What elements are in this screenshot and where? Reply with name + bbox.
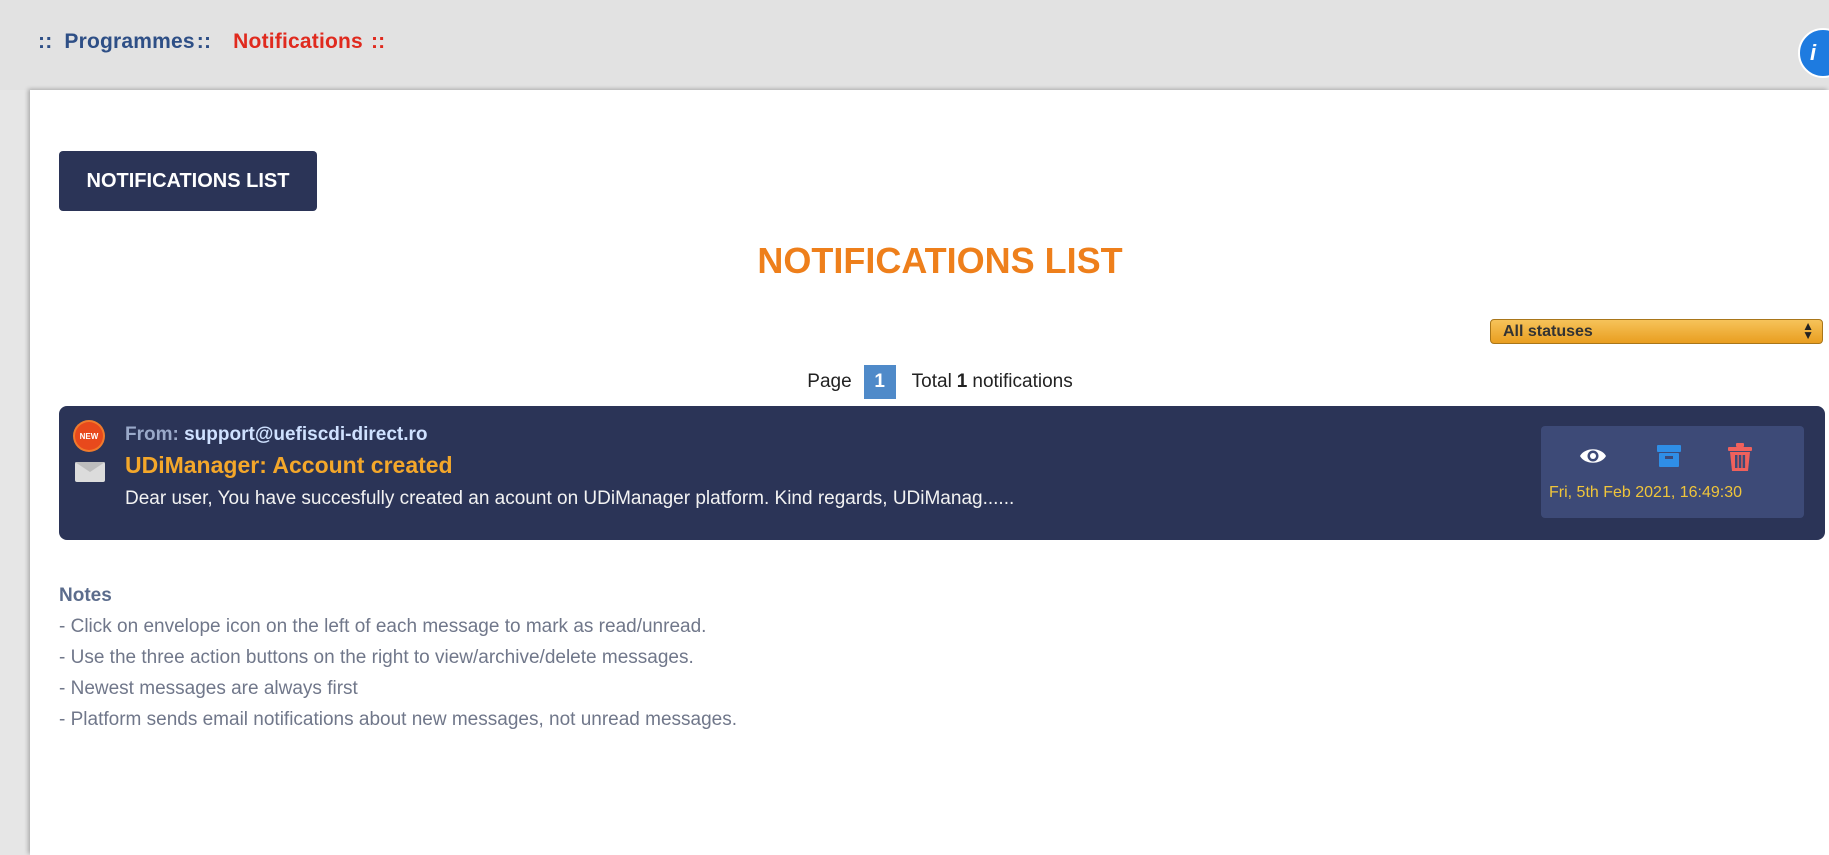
user-avatar[interactable]: i <box>1798 28 1829 78</box>
note-line: - Use the three action buttons on the ri… <box>59 647 694 668</box>
breadcrumb-separator: :: <box>370 30 386 53</box>
from-label: From: <box>125 424 179 445</box>
note-line: - Platform sends email notifications abo… <box>59 709 738 730</box>
notes-title: Notes <box>59 585 112 606</box>
notification-date: Fri, 5th Feb 2021, 16:49:30 <box>1549 484 1743 501</box>
envelope-icon[interactable] <box>75 462 105 482</box>
breadcrumb-separator: :: <box>196 30 212 53</box>
new-badge-icon: NEW <box>75 422 103 450</box>
from-email: support@uefiscdi-direct.ro <box>184 424 428 445</box>
breadcrumb: :: Programmes :: Notifications :: <box>38 30 385 54</box>
notification-sender: From: support@uefiscdi-direct.ro <box>125 424 428 446</box>
total-suffix: notifications <box>972 371 1073 392</box>
top-bar: :: Programmes :: Notifications :: i <box>0 0 1829 90</box>
note-line: - Newest messages are always first <box>59 678 358 699</box>
notification-preview: Dear user, You have succesfully created … <box>125 488 1015 509</box>
notes-section: Notes - Click on envelope icon on the le… <box>59 580 737 735</box>
trash-icon[interactable] <box>1726 442 1754 477</box>
left-margin <box>0 90 30 855</box>
archive-icon[interactable] <box>1656 444 1682 473</box>
pagination: Page 1 Total 1 notifications <box>0 365 1829 399</box>
notifications-list-tab[interactable]: NOTIFICATIONS LIST <box>59 151 317 211</box>
new-badge-label: NEW <box>79 431 99 441</box>
status-filter-select[interactable]: All statuses ▲ ▼ <box>1490 319 1823 344</box>
page-number-button[interactable]: 1 <box>863 365 896 399</box>
page-title: NOTIFICATIONS LIST <box>757 240 1123 281</box>
eye-icon[interactable] <box>1579 446 1607 471</box>
page-label: Page <box>807 371 852 392</box>
select-arrows-icon: ▲ ▼ <box>1802 319 1814 342</box>
breadcrumb-programmes-link[interactable]: Programmes <box>64 30 194 54</box>
total-count: 1 <box>956 371 968 392</box>
total-label: Total <box>911 371 952 392</box>
breadcrumb-separator: :: <box>38 30 53 53</box>
avatar-letter: i <box>1810 40 1817 65</box>
status-filter-value: All statuses <box>1503 322 1593 340</box>
notification-item[interactable]: NEW From: support@uefiscdi-direct.ro UDi… <box>59 406 1825 540</box>
notification-subject[interactable]: UDiManager: Account created <box>125 452 453 479</box>
notification-actions: Fri, 5th Feb 2021, 16:49:30 <box>1541 426 1804 518</box>
note-line: - Click on envelope icon on the left of … <box>59 616 707 637</box>
notification-status-icons: NEW <box>75 422 105 492</box>
breadcrumb-current: Notifications <box>233 30 363 53</box>
